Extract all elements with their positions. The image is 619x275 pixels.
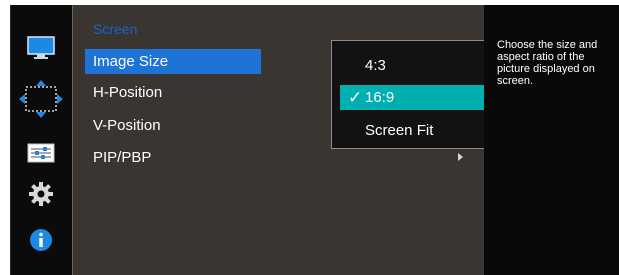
menu-item-v-position[interactable]: V-Position [85, 113, 261, 138]
icon-rail [10, 5, 72, 275]
screen-menu-panel: Screen Image Size H-Position V-Position … [72, 5, 543, 275]
checkmark-icon: ✓ [348, 88, 363, 107]
option-label: 4:3 [365, 57, 386, 74]
monitor-icon[interactable] [26, 33, 56, 63]
option-label: 16:9 [365, 89, 395, 106]
option-label: Screen Fit [365, 122, 434, 139]
osd-menu: Screen Image Size H-Position V-Position … [0, 0, 619, 275]
info-icon[interactable] [26, 225, 56, 255]
help-text: Choose the size and aspect ratio of the … [497, 39, 598, 87]
chevron-right-icon [458, 153, 463, 161]
menu-item-image-size[interactable]: Image Size [85, 49, 261, 74]
help-panel: Choose the size and aspect ratio of the … [484, 5, 619, 275]
sliders-icon[interactable] [26, 138, 56, 168]
move-arrows-icon[interactable] [18, 79, 64, 119]
menu-item-label: PIP/PBP [93, 149, 152, 166]
gear-icon[interactable] [26, 179, 56, 209]
menu-item-h-position[interactable]: H-Position [85, 80, 261, 105]
section-title: Screen [93, 21, 138, 37]
